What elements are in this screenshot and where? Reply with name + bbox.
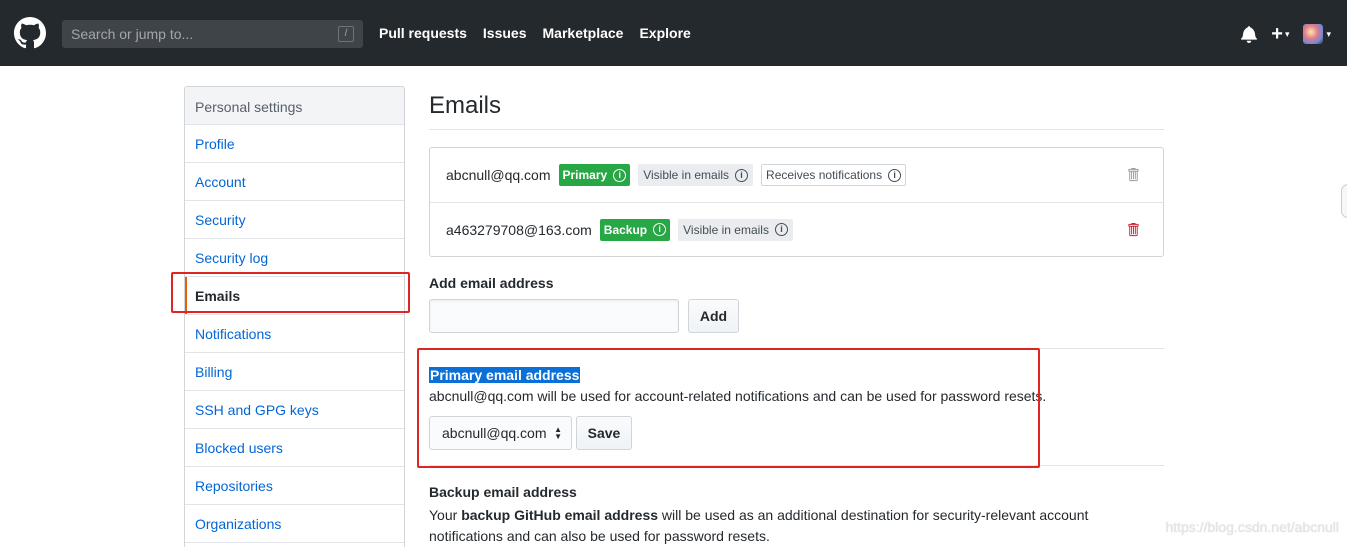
sidebar-item-blocked-users[interactable]: Blocked users	[185, 429, 404, 467]
info-icon[interactable]: i	[774, 223, 788, 236]
top-header: / Pull requests Issues Marketplace Explo…	[0, 0, 1347, 66]
header-right: + ▾ ▾	[1241, 24, 1331, 44]
settings-sidebar: Personal settings Profile Account Securi…	[184, 86, 405, 547]
trash-icon[interactable]	[1127, 167, 1139, 182]
email-row-backup: a463279708@163.com Backup i Visible in em…	[430, 202, 1163, 256]
search-input[interactable]	[62, 20, 332, 48]
info-icon[interactable]: i	[735, 168, 749, 182]
backup-badge: Backup i	[599, 218, 671, 241]
annotation-box-primary-email	[417, 348, 1040, 468]
github-logo-icon[interactable]	[14, 17, 46, 49]
page-title: Emails	[429, 86, 1164, 130]
trash-icon[interactable]	[1127, 222, 1139, 237]
sidebar-item-notifications[interactable]: Notifications	[185, 315, 404, 353]
avatar-chevron-down-icon[interactable]: ▾	[1326, 29, 1331, 40]
sidebar-heading: Personal settings	[185, 87, 404, 125]
info-icon[interactable]: i	[888, 168, 902, 182]
receives-notifications-badge: Receives notifications i	[761, 164, 907, 186]
backup-email-description: Your backup GitHub email address will be…	[429, 507, 1089, 544]
top-nav: Pull requests Issues Marketplace Explore	[379, 25, 707, 41]
add-email-button[interactable]: Add	[688, 299, 739, 333]
email-address: a463279708@163.com	[446, 221, 592, 238]
info-icon[interactable]: i	[653, 223, 667, 236]
sidebar-item-organizations[interactable]: Organizations	[185, 505, 404, 543]
email-row-primary: abcnull@qq.com Primary i Visible in email…	[430, 148, 1163, 202]
visible-in-emails-badge: Visible in emails i	[638, 164, 754, 186]
email-list: abcnull@qq.com Primary i Visible in email…	[429, 147, 1164, 257]
email-address: abcnull@qq.com	[446, 167, 551, 183]
primary-badge: Primary i	[558, 164, 631, 186]
visible-in-emails-badge: Visible in emails i	[678, 218, 793, 241]
annotation-box-emails	[171, 272, 410, 313]
nav-marketplace[interactable]: Marketplace	[543, 25, 624, 41]
backup-email-label: Backup email address	[429, 484, 577, 500]
add-email-label: Add email address	[429, 275, 554, 291]
sidebar-item-security[interactable]: Security	[185, 201, 404, 239]
search-box[interactable]: /	[62, 20, 363, 48]
add-email-input[interactable]	[429, 299, 679, 333]
watermark: https://blog.csdn.net/abcnull	[1165, 519, 1339, 535]
sidebar-item-account[interactable]: Account	[185, 163, 404, 201]
info-icon[interactable]: i	[613, 168, 627, 182]
nav-pull-requests[interactable]: Pull requests	[379, 25, 467, 41]
avatar[interactable]	[1303, 24, 1324, 44]
nav-explore[interactable]: Explore	[639, 25, 690, 41]
sidebar-item-repositories[interactable]: Repositories	[185, 467, 404, 505]
edge-scroll-handle[interactable]	[1341, 184, 1347, 218]
chevron-down-icon[interactable]: ▾	[1285, 29, 1290, 40]
nav-issues[interactable]: Issues	[483, 25, 527, 41]
main-content: Emails abcnull@qq.com Primary i Visible i…	[429, 86, 1164, 544]
sidebar-item-ssh-gpg-keys[interactable]: SSH and GPG keys	[185, 391, 404, 429]
plus-icon[interactable]: +	[1271, 24, 1283, 44]
search-shortcut-key: /	[338, 26, 354, 42]
bell-icon[interactable]	[1241, 25, 1258, 43]
sidebar-item-profile[interactable]: Profile	[185, 125, 404, 163]
sidebar-item-billing[interactable]: Billing	[185, 353, 404, 391]
